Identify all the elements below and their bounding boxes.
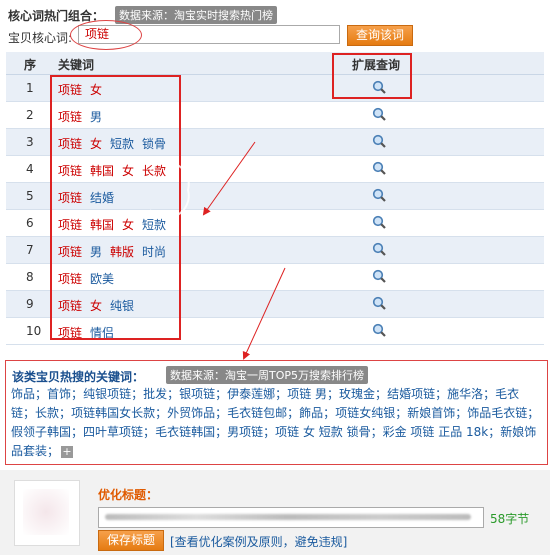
separator: ； [35, 387, 48, 401]
separator: ； [23, 406, 36, 420]
title-input[interactable] [98, 507, 484, 528]
separator: ； [215, 387, 228, 401]
separator: ； [167, 387, 180, 401]
separator: ； [488, 425, 501, 439]
separator: ； [370, 425, 383, 439]
plus-icon[interactable]: + [61, 445, 74, 458]
hot-keyword[interactable]: 结婚项链 [387, 387, 435, 401]
blurred-title-text [105, 514, 471, 520]
hot-keywords-section: 该类宝贝热搜的关键词： 数据来源：淘宝一周TOP5万搜索排行榜 饰品；首饰；纯银… [5, 360, 548, 465]
hot-keyword[interactable]: 外贸饰品 [167, 406, 215, 420]
separator: ； [435, 387, 448, 401]
separator: ； [455, 406, 468, 420]
hot-keyword[interactable]: 项链 女 短款 锁骨 [275, 425, 370, 439]
separator: ； [323, 406, 336, 420]
hot-keyword[interactable]: 首饰 [47, 387, 71, 401]
save-title-button[interactable]: 保存标题 [98, 530, 164, 551]
hot-keyword-list: 饰品；首饰；纯银项链；批发；银项链；伊泰莲娜；项链 男；玫瑰金；结婚项链；施华洛… [11, 385, 543, 461]
optimize-title-panel: 优化标题： 58字节 保存标题 [查看优化案例及原则，避免违规] [0, 470, 550, 555]
separator: ； [275, 387, 288, 401]
hot-keyword[interactable]: 银项链 [179, 387, 215, 401]
hot-keyword[interactable]: 飾品 [299, 406, 323, 420]
separator: ； [483, 387, 496, 401]
separator: ； [71, 425, 84, 439]
separator: ； [131, 387, 144, 401]
hot-keyword[interactable]: 假领子韩国 [11, 425, 71, 439]
hot-keyword[interactable]: 饰品毛衣链 [467, 406, 527, 420]
separator: ； [71, 387, 84, 401]
hot-keyword[interactable]: 新娘首饰 [407, 406, 455, 420]
hot-keyword[interactable]: 毛衣链包邮 [227, 406, 287, 420]
separator: ； [215, 425, 228, 439]
separator: ； [375, 387, 388, 401]
separator: ； [327, 387, 340, 401]
cursor-arc [149, 161, 190, 219]
hot-keyword[interactable]: 项链女纯银 [335, 406, 395, 420]
optimize-title-label: 优化标题： [98, 488, 159, 502]
byte-count: 58字节 [490, 512, 530, 526]
hot-keyword[interactable]: 毛衣链韩国 [155, 425, 215, 439]
hot-keyword[interactable]: 伊泰莲娜 [227, 387, 275, 401]
hot-keyword[interactable]: 施华洛 [447, 387, 483, 401]
separator: ； [263, 425, 276, 439]
hot-keyword[interactable]: 批发 [143, 387, 167, 401]
hot-keyword[interactable]: 饰品 [11, 387, 35, 401]
separator: ； [215, 406, 228, 420]
arrow-to-keywords [202, 141, 256, 216]
hot-keyword[interactable]: 玫瑰金 [339, 387, 375, 401]
separator: ； [527, 406, 540, 420]
arrow-to-hot-keywords [242, 267, 286, 360]
separator: ； [287, 406, 300, 420]
product-thumbnail [14, 480, 80, 546]
separator: ； [395, 406, 408, 420]
hot-keyword[interactable]: 纯银项链 [83, 387, 131, 401]
separator: ； [143, 425, 156, 439]
hot-keywords-title: 该类宝贝热搜的关键词： [12, 370, 145, 384]
separator: ； [59, 406, 72, 420]
hot-keyword[interactable]: 项链 男 [287, 387, 327, 401]
hot-keyword[interactable]: 男项链 [227, 425, 263, 439]
separator: ； [47, 444, 60, 458]
hot-data-source-tag: 数据来源：淘宝一周TOP5万搜索排行榜 [166, 366, 369, 384]
hot-keyword[interactable]: 项链韩国女长款 [71, 406, 155, 420]
hot-keyword[interactable]: 四叶草项链 [83, 425, 143, 439]
optimization-help-link[interactable]: [查看优化案例及原则，避免违规] [170, 533, 347, 550]
separator: ； [155, 406, 168, 420]
hot-keyword[interactable]: 长款 [35, 406, 59, 420]
hot-keyword[interactable]: 彩金 项链 正品 18k [383, 425, 489, 439]
